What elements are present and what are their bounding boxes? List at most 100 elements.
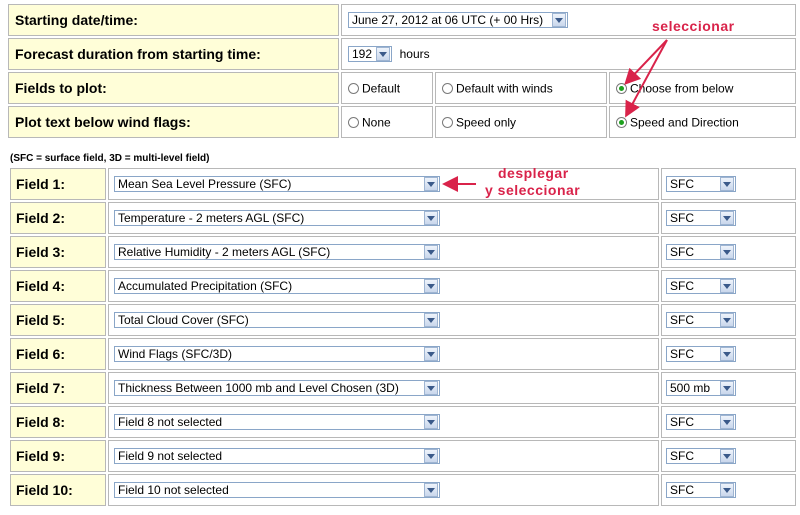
starting-date-select[interactable]: June 27, 2012 at 06 UTC (+ 00 Hrs)	[348, 12, 568, 29]
chevron-down-icon[interactable]	[720, 177, 734, 192]
level-select[interactable]: SFC	[666, 312, 736, 329]
field-label: Field 2:	[10, 202, 106, 234]
chevron-down-icon[interactable]	[424, 245, 438, 260]
field-label: Field 5:	[10, 304, 106, 336]
annotation-seleccionar: seleccionar	[652, 18, 735, 34]
chevron-down-icon[interactable]	[720, 211, 734, 226]
level-select[interactable]: SFC	[666, 244, 736, 261]
option-cell: Speed and Direction	[609, 106, 796, 138]
fields-table: Field 1: Mean Sea Level Pressure (SFC) SFC…	[8, 166, 798, 508]
field-row: Field 1: Mean Sea Level Pressure (SFC) SFC	[10, 168, 796, 200]
radio-default-with-winds[interactable]	[442, 83, 453, 95]
level-select[interactable]: SFC	[666, 176, 736, 193]
field-row: Field 4: Accumulated Precipitation (SFC) S…	[10, 270, 796, 302]
field-select[interactable]: Mean Sea Level Pressure (SFC)	[114, 176, 440, 193]
field-select[interactable]: Temperature - 2 meters AGL (SFC)	[114, 210, 440, 227]
chevron-down-icon[interactable]	[720, 449, 734, 464]
chevron-down-icon[interactable]	[720, 279, 734, 294]
radio-default[interactable]	[348, 83, 359, 95]
level-select[interactable]: 500 mb	[666, 380, 736, 397]
level-select[interactable]: SFC	[666, 448, 736, 465]
field-select[interactable]: Accumulated Precipitation (SFC)	[114, 278, 440, 295]
chevron-down-icon[interactable]	[552, 13, 566, 28]
chevron-down-icon[interactable]	[424, 211, 438, 226]
field-label: Field 7:	[10, 372, 106, 404]
field-row: Field 7: Thickness Between 1000 mb and Le…	[10, 372, 796, 404]
option-cell: Default with winds	[435, 72, 607, 104]
field-label: Field 10:	[10, 474, 106, 506]
field-row: Field 10: Field 10 not selected SFC	[10, 474, 796, 506]
radio-default-label: Default	[362, 81, 401, 96]
row-forecast-duration: Forecast duration from starting time: 19…	[8, 38, 796, 70]
radio-speed-only-label: Speed only	[456, 115, 517, 130]
row-fields-to-plot: Fields to plot: Default Default with win…	[8, 72, 796, 104]
option-cell: None	[341, 106, 433, 138]
field-select[interactable]: Field 9 not selected	[114, 448, 440, 465]
radio-speed-and-direction-label: Speed and Direction	[630, 115, 739, 130]
level-select-value: SFC	[670, 279, 694, 294]
forecast-duration-select[interactable]: 192	[348, 46, 392, 63]
field-row: Field 8: Field 8 not selected SFC	[10, 406, 796, 438]
fields-to-plot-label: Fields to plot:	[8, 72, 339, 104]
forecast-duration-value: 192	[352, 47, 373, 62]
chevron-down-icon[interactable]	[720, 381, 734, 396]
field-label: Field 9:	[10, 440, 106, 472]
level-select-value: 500 mb	[670, 381, 711, 396]
field-select[interactable]: Thickness Between 1000 mb and Level Chos…	[114, 380, 440, 397]
chevron-down-icon[interactable]	[424, 449, 438, 464]
level-select-cell: SFC	[661, 202, 796, 234]
chevron-down-icon[interactable]	[720, 483, 734, 498]
chevron-down-icon[interactable]	[720, 415, 734, 430]
field-select-cell: Field 9 not selected	[108, 440, 659, 472]
chevron-down-icon[interactable]	[720, 313, 734, 328]
radio-choose-from-below[interactable]	[616, 83, 627, 95]
level-select-value: SFC	[670, 415, 694, 430]
level-select[interactable]: SFC	[666, 482, 736, 499]
row-plot-text: Plot text below wind flags: None Speed o…	[8, 106, 796, 138]
level-select[interactable]: SFC	[666, 278, 736, 295]
field-select-value: Accumulated Precipitation (SFC)	[118, 279, 293, 294]
level-select[interactable]: SFC	[666, 414, 736, 431]
level-select-cell: SFC	[661, 338, 796, 370]
level-select-value: SFC	[670, 483, 694, 498]
field-select-value: Wind Flags (SFC/3D)	[118, 347, 233, 362]
level-select[interactable]: SFC	[666, 346, 736, 363]
field-select[interactable]: Field 10 not selected	[114, 482, 440, 499]
field-label: Field 1:	[10, 168, 106, 200]
level-select-value: SFC	[670, 313, 694, 328]
field-label: Field 3:	[10, 236, 106, 268]
radio-none[interactable]	[348, 117, 359, 129]
chevron-down-icon[interactable]	[424, 279, 438, 294]
chevron-down-icon[interactable]	[720, 245, 734, 260]
radio-speed-only[interactable]	[442, 117, 453, 129]
chevron-down-icon[interactable]	[720, 347, 734, 362]
chevron-down-icon[interactable]	[424, 381, 438, 396]
field-row: Field 5: Total Cloud Cover (SFC) SFC	[10, 304, 796, 336]
chevron-down-icon[interactable]	[376, 47, 390, 62]
field-select-cell: Total Cloud Cover (SFC)	[108, 304, 659, 336]
radio-default-with-winds-label: Default with winds	[456, 81, 553, 96]
level-select-cell: 500 mb	[661, 372, 796, 404]
field-row: Field 2: Temperature - 2 meters AGL (SFC)…	[10, 202, 796, 234]
field-select[interactable]: Wind Flags (SFC/3D)	[114, 346, 440, 363]
option-cell: Default	[341, 72, 433, 104]
chevron-down-icon[interactable]	[424, 313, 438, 328]
level-select[interactable]: SFC	[666, 210, 736, 227]
field-select[interactable]: Total Cloud Cover (SFC)	[114, 312, 440, 329]
field-select-cell: Field 8 not selected	[108, 406, 659, 438]
field-select-value: Field 9 not selected	[118, 449, 223, 464]
radio-speed-and-direction[interactable]	[616, 117, 627, 129]
field-select[interactable]: Relative Humidity - 2 meters AGL (SFC)	[114, 244, 440, 261]
field-select[interactable]: Field 8 not selected	[114, 414, 440, 431]
forecast-duration-unit: hours	[399, 46, 430, 61]
field-row: Field 6: Wind Flags (SFC/3D) SFC	[10, 338, 796, 370]
chevron-down-icon[interactable]	[424, 483, 438, 498]
option-cell: Speed only	[435, 106, 607, 138]
field-row: Field 9: Field 9 not selected SFC	[10, 440, 796, 472]
chevron-down-icon[interactable]	[424, 177, 438, 192]
chevron-down-icon[interactable]	[424, 415, 438, 430]
level-select-value: SFC	[670, 177, 694, 192]
chevron-down-icon[interactable]	[424, 347, 438, 362]
option-cell: Choose from below	[609, 72, 796, 104]
radio-none-label: None	[362, 115, 391, 130]
